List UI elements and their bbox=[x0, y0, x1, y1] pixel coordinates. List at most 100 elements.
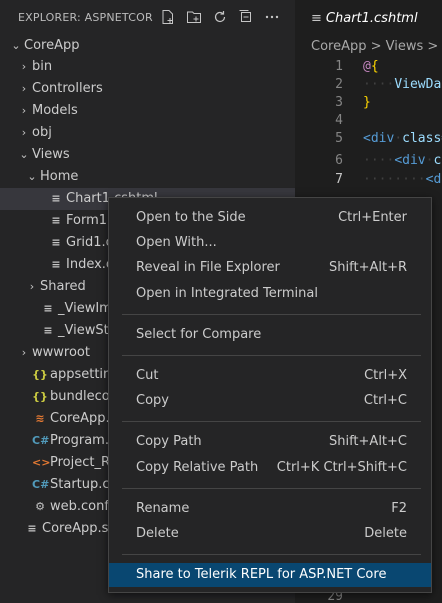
code-line[interactable]: 7 ········<d bbox=[295, 168, 442, 191]
file-type-icon: ≡ bbox=[51, 214, 61, 227]
menu-item[interactable]: Copy Ctrl+C bbox=[109, 389, 431, 413]
menu-item[interactable]: Cut Ctrl+X bbox=[109, 364, 431, 388]
menu-separator bbox=[122, 421, 421, 422]
chevron-right-icon[interactable]: › bbox=[16, 122, 32, 144]
menu-separator bbox=[122, 355, 421, 356]
code-token: <div bbox=[394, 153, 426, 168]
menu-separator bbox=[122, 314, 421, 315]
tree-item-label: Views bbox=[32, 147, 70, 162]
menu-item-label: Copy Relative Path bbox=[136, 460, 259, 475]
file-type-icon: ⚙ bbox=[35, 500, 45, 513]
new-file-icon[interactable] bbox=[159, 8, 177, 26]
explorer-header: EXPLORER: ASPNETCORE... bbox=[0, 0, 295, 35]
tree-item[interactable]: › obj bbox=[0, 122, 295, 144]
menu-item-shortcut: Ctrl+K Ctrl+Shift+C bbox=[276, 460, 407, 475]
file-icon: ≡ bbox=[311, 10, 322, 26]
menu-item-shortcut: Ctrl+C bbox=[363, 393, 407, 408]
file-type-icon: ≋ bbox=[35, 412, 45, 425]
chevron-right-icon[interactable]: › bbox=[16, 56, 32, 78]
file-type-icon: ≡ bbox=[51, 236, 61, 249]
tree-item-label: Shared bbox=[40, 279, 86, 294]
code-token: class= bbox=[402, 131, 442, 146]
menu-item-label: Delete bbox=[136, 526, 179, 541]
menu-item[interactable]: Share to Telerik REPL for ASP.NET Core bbox=[109, 563, 431, 587]
menu-item-label: Open With... bbox=[136, 235, 217, 250]
tree-item-label: Models bbox=[32, 103, 78, 118]
menu-separator bbox=[122, 554, 421, 555]
menu-item-label: Open to the Side bbox=[136, 210, 246, 225]
tree-item[interactable]: › bin bbox=[0, 56, 295, 78]
menu-item-label: Share to Telerik REPL for ASP.NET Core bbox=[136, 567, 387, 582]
tree-item[interactable]: › Controllers bbox=[0, 78, 295, 100]
file-type-icon: ≡ bbox=[27, 522, 37, 535]
menu-item[interactable]: Copy Relative Path Ctrl+K Ctrl+Shift+C bbox=[109, 456, 431, 480]
menu-item-label: Open in Integrated Terminal bbox=[136, 286, 318, 301]
tree-item[interactable]: › Models bbox=[0, 100, 295, 122]
menu-item-label: Select for Compare bbox=[136, 327, 262, 342]
code-token: ViewDat bbox=[394, 77, 442, 92]
menu-item[interactable]: Reveal in File Explorer Shift+Alt+R bbox=[109, 256, 431, 280]
menu-item-label: Rename bbox=[136, 501, 190, 516]
code-token: <d bbox=[425, 172, 442, 187]
chevron-down-icon[interactable]: ⌄ bbox=[24, 166, 40, 188]
tree-item[interactable]: ⌄ Views bbox=[0, 144, 295, 166]
tab-label: Chart1.cshtml bbox=[325, 10, 418, 26]
chevron-right-icon[interactable]: › bbox=[24, 276, 40, 298]
menu-separator bbox=[122, 488, 421, 489]
menu-item[interactable]: Open With... bbox=[109, 231, 431, 255]
tree-item-label: CoreApp bbox=[24, 38, 80, 53]
code-token: } bbox=[363, 95, 371, 110]
chevron-down-icon[interactable]: ⌄ bbox=[16, 144, 32, 166]
menu-item[interactable]: Open in Integrated Terminal bbox=[109, 282, 431, 306]
file-type-icon: ≡ bbox=[51, 192, 61, 205]
code-line[interactable]: 5 <div·class= bbox=[295, 127, 442, 150]
file-type-icon: C# bbox=[32, 478, 50, 491]
code-token: ···· bbox=[363, 77, 395, 92]
code-token: <div bbox=[363, 131, 395, 146]
code-token: ········ bbox=[363, 172, 426, 187]
file-type-icon: <> bbox=[32, 456, 51, 469]
menu-item-shortcut: Shift+Alt+R bbox=[329, 260, 407, 275]
code-token: { bbox=[370, 59, 379, 74]
menu-item[interactable]: Delete Delete bbox=[109, 522, 431, 546]
menu-item[interactable]: Copy Path Shift+Alt+C bbox=[109, 430, 431, 454]
code-token: @ bbox=[363, 59, 371, 74]
chevron-right-icon[interactable]: › bbox=[16, 78, 32, 100]
new-folder-icon[interactable] bbox=[185, 8, 203, 26]
menu-item[interactable]: Select for Compare bbox=[109, 323, 431, 347]
menu-item[interactable]: Open to the Side Ctrl+Enter bbox=[109, 206, 431, 230]
menu-item-shortcut: Ctrl+X bbox=[364, 368, 407, 383]
menu-item-label: Copy bbox=[136, 393, 169, 408]
menu-item-shortcut: Shift+Alt+C bbox=[328, 434, 407, 449]
tree-item[interactable]: ⌄ CoreApp bbox=[0, 35, 295, 57]
code-token: ···· bbox=[363, 153, 395, 168]
explorer-title: EXPLORER: ASPNETCORE... bbox=[18, 11, 153, 24]
file-type-icon: ≡ bbox=[43, 324, 53, 337]
menu-item-shortcut: F2 bbox=[391, 501, 407, 516]
code-token: c bbox=[433, 153, 442, 168]
code-token: · bbox=[394, 131, 403, 146]
tree-item-label: Controllers bbox=[32, 81, 103, 96]
refresh-icon[interactable] bbox=[211, 8, 229, 26]
file-type-icon: ≡ bbox=[51, 258, 61, 271]
tab-chart1[interactable]: ≡ Chart1.cshtml bbox=[295, 0, 442, 35]
code-text: <div·class= bbox=[363, 127, 442, 150]
menu-item[interactable]: Rename F2 bbox=[109, 497, 431, 521]
more-icon[interactable] bbox=[263, 8, 281, 26]
context-menu: Open to the Side Ctrl+Enter Open With... Re… bbox=[108, 197, 432, 593]
tree-item-label: bin bbox=[32, 59, 53, 74]
chevron-down-icon[interactable]: ⌄ bbox=[8, 35, 24, 57]
chevron-right-icon[interactable]: › bbox=[16, 342, 32, 364]
menu-item-label: Cut bbox=[136, 368, 159, 383]
tree-item[interactable]: ⌄ Home bbox=[0, 166, 295, 188]
tree-item-label: obj bbox=[32, 125, 52, 140]
menu-item-label: Copy Path bbox=[136, 434, 202, 449]
chevron-right-icon[interactable]: › bbox=[16, 100, 32, 122]
collapse-all-icon[interactable] bbox=[237, 8, 255, 26]
line-number: 5 bbox=[335, 131, 343, 146]
line-number: 7 bbox=[335, 172, 343, 187]
code-text: ········<d bbox=[363, 168, 441, 191]
menu-item-shortcut: Ctrl+Enter bbox=[338, 210, 407, 225]
file-type-icon: {} bbox=[32, 368, 48, 381]
tree-item-label: Startup.cs bbox=[50, 477, 117, 492]
